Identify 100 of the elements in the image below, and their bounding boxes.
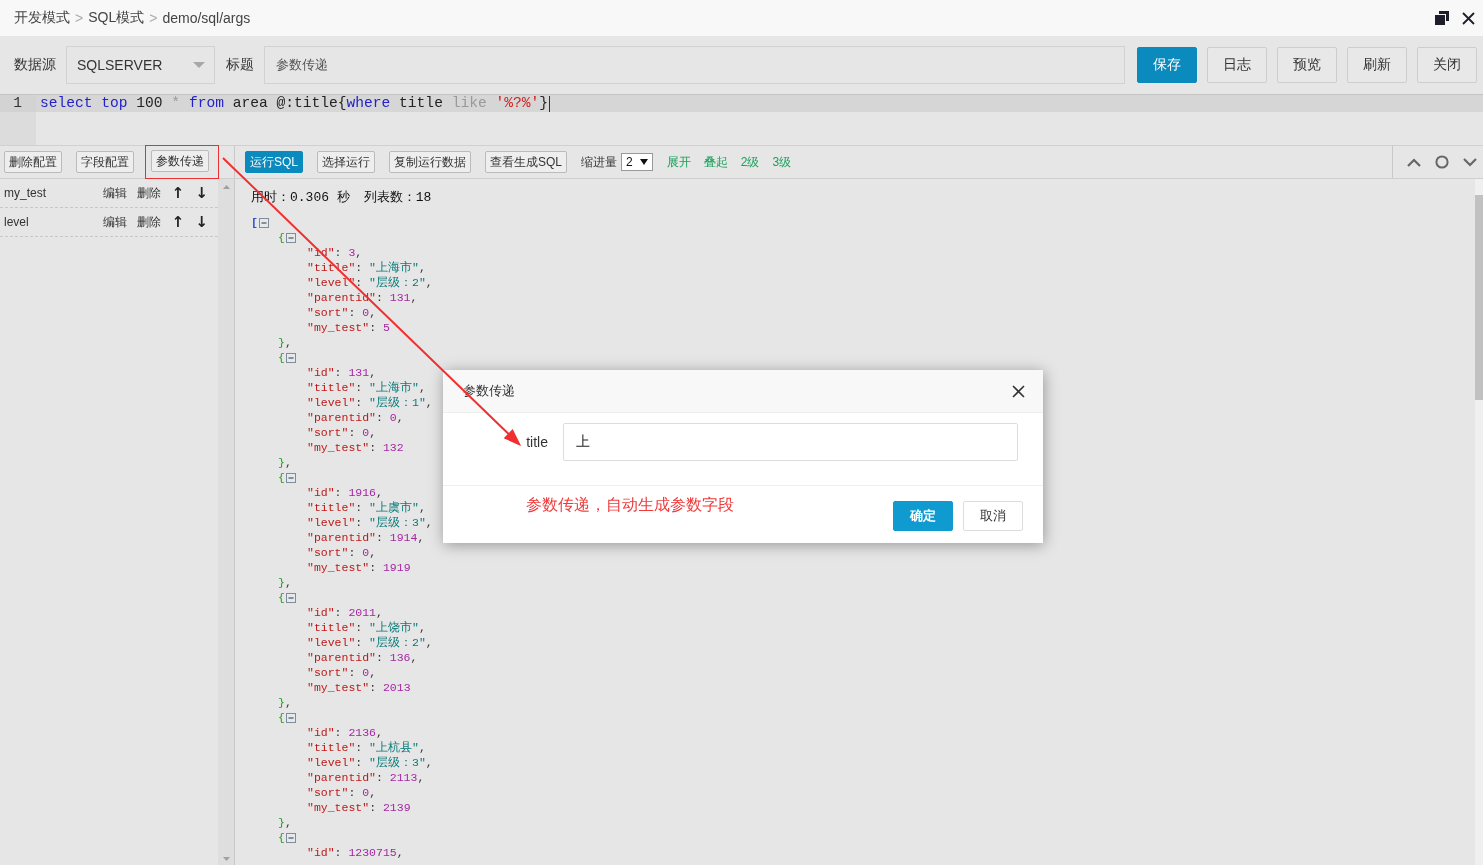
json-field: "my_test": 2013	[307, 680, 411, 695]
json-field: "parentid": 136,	[307, 650, 418, 665]
toolbar-button[interactable]: 日志	[1207, 47, 1267, 83]
collapse-icon[interactable]	[285, 352, 296, 363]
text-cursor	[549, 95, 550, 112]
scrollbar-thumb[interactable]	[1475, 195, 1483, 400]
line-number: 1	[0, 95, 36, 112]
caret-icon	[193, 62, 205, 68]
title-input[interactable]: 参数传递	[264, 46, 1125, 84]
collapse-icon[interactable]	[285, 232, 296, 243]
collapse-icon[interactable]	[258, 217, 269, 228]
json-field: "parentid": 0,	[307, 410, 404, 425]
breadcrumb-item[interactable]: SQL模式	[88, 9, 145, 27]
indent-label: 缩进量	[581, 153, 618, 171]
json-brace: },	[278, 455, 292, 470]
toolbar-button[interactable]: 刷新	[1347, 47, 1407, 83]
edit-link[interactable]: 编辑	[102, 213, 127, 231]
json-brace: {	[278, 230, 285, 245]
row-count: 列表数：18	[363, 189, 432, 206]
collapse-icon[interactable]	[285, 712, 296, 723]
scroll-up-icon[interactable]	[222, 185, 230, 189]
json-field: "title": "上杭县",	[307, 740, 426, 755]
param-label: title	[526, 434, 548, 450]
dialog-button[interactable]: 取消	[963, 501, 1023, 531]
result-button[interactable]: 查看生成SQL	[485, 151, 568, 173]
move-up-button[interactable]: ↑	[171, 213, 185, 231]
delete-link[interactable]: 删除	[136, 184, 161, 202]
json-field: "parentid": 2113,	[307, 770, 425, 785]
param-input[interactable]: 上	[563, 423, 1018, 461]
close-icon[interactable]	[1012, 384, 1025, 398]
json-field: "level": "层级：2",	[307, 635, 433, 650]
json-field: "title": "上海市",	[307, 380, 426, 395]
toolbar-button[interactable]: 关闭	[1417, 47, 1477, 83]
json-field: "parentid": 1914,	[307, 530, 425, 545]
breadcrumb-separator: >	[75, 10, 84, 26]
json-field: "level": "层级：3",	[307, 755, 433, 770]
move-down-button[interactable]: ↓	[195, 184, 208, 202]
collapse-icon[interactable]	[285, 592, 296, 603]
circle-icon[interactable]	[1435, 155, 1449, 169]
title-label: 标题	[226, 56, 254, 74]
json-brace: {	[278, 830, 285, 845]
result-button[interactable]: 选择运行	[317, 151, 375, 173]
delete-link[interactable]: 删除	[136, 213, 161, 231]
json-field: "id": 131,	[307, 365, 377, 380]
json-brace: },	[278, 695, 292, 710]
json-field: "id": 1230715,	[307, 845, 404, 860]
json-field: "id": 2136,	[307, 725, 383, 740]
config-button[interactable]: 删除配置	[4, 151, 62, 173]
collapse-icon[interactable]	[285, 472, 296, 483]
annotation-note: 参数传递，自动生成参数字段	[526, 495, 734, 515]
code-editor[interactable]: 1 select top 100 * from area @:title{where title like '%?%'}	[0, 94, 1483, 145]
json-field: "level": "层级：3",	[307, 515, 433, 530]
chevron-up-icon[interactable]	[1407, 157, 1421, 167]
edit-link[interactable]: 编辑	[102, 184, 127, 202]
scrollbar[interactable]	[218, 179, 235, 865]
json-field: "sort": 0,	[307, 545, 377, 560]
json-field: "sort": 0,	[307, 785, 377, 800]
json-field: "sort": 0,	[307, 425, 377, 440]
json-field: "title": "上饶市",	[307, 620, 426, 635]
breadcrumb-item[interactable]: demo/sql/args	[162, 10, 251, 26]
json-brace: },	[278, 815, 292, 830]
move-up-button[interactable]: ↑	[171, 184, 185, 202]
json-field: "my_test": 132	[307, 440, 404, 455]
datasource-label: 数据源	[14, 56, 56, 74]
json-brace: },	[278, 575, 292, 590]
config-button[interactable]: 参数传递	[151, 150, 209, 172]
json-field: "title": "上虞市",	[307, 500, 426, 515]
json-brace: {	[278, 350, 285, 365]
restore-window-icon[interactable]	[1435, 11, 1449, 25]
breadcrumb-separator: >	[149, 10, 158, 26]
json-field: "sort": 0,	[307, 305, 377, 320]
field-name: my_test	[4, 186, 47, 200]
json-field: "id": 1916,	[307, 485, 383, 500]
scrollbar[interactable]	[1475, 179, 1483, 865]
json-bracket: [	[251, 215, 258, 230]
json-field: "level": "层级：1",	[307, 395, 433, 410]
config-button[interactable]: 字段配置	[76, 151, 134, 173]
json-field: "sort": 0,	[307, 665, 377, 680]
datasource-select[interactable]: SQLSERVER	[66, 46, 215, 84]
field-name: level	[4, 215, 30, 229]
breadcrumb-item[interactable]: 开发模式	[14, 9, 70, 27]
json-field: "my_test": 1919	[307, 560, 411, 575]
json-field: "id": 2011,	[307, 605, 383, 620]
json-brace: {	[278, 590, 285, 605]
scroll-down-icon[interactable]	[222, 857, 230, 861]
collapse-icon[interactable]	[285, 832, 296, 843]
json-brace: {	[278, 710, 285, 725]
result-button[interactable]: 运行SQL	[245, 151, 303, 173]
close-icon[interactable]	[1462, 11, 1475, 25]
move-down-button[interactable]: ↓	[195, 213, 208, 231]
chevron-down-icon[interactable]	[1463, 157, 1477, 167]
result-button[interactable]: 复制运行数据	[389, 151, 471, 173]
toolbar-button[interactable]: 预览	[1277, 47, 1337, 83]
indent-select[interactable]: 2	[621, 153, 653, 171]
json-brace: {	[278, 470, 285, 485]
json-brace: },	[278, 335, 292, 350]
json-field: "my_test": 2139	[307, 800, 411, 815]
json-field: "level": "层级：2",	[307, 275, 433, 290]
caret-icon	[639, 159, 648, 165]
toolbar-button[interactable]: 保存	[1137, 47, 1197, 83]
